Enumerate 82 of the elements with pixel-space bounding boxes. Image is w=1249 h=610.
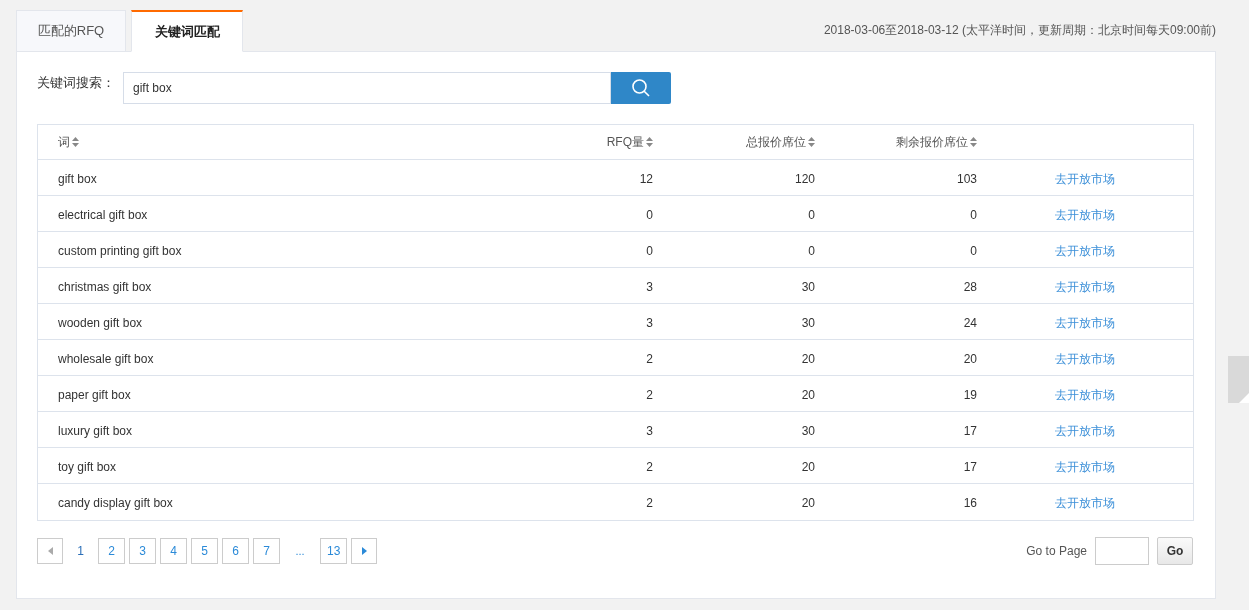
open-market-link[interactable]: 去开放市场 <box>1055 387 1115 402</box>
table-cell: 20 <box>801 496 815 510</box>
sort-icon <box>970 137 977 147</box>
open-market-link[interactable]: 去开放市场 <box>1055 279 1115 294</box>
date-range-note: 2018-03-06至2018-03-12 (太平洋时间，更新周期：北京时间每天09:00前) <box>823 22 1216 39</box>
table-cell: 0 <box>970 243 977 258</box>
table-cell: wooden gift box <box>58 315 143 330</box>
page-button[interactable]: 7 <box>253 538 280 564</box>
page-button[interactable]: 2 <box>98 538 125 564</box>
table-cell: 3 <box>646 279 653 294</box>
table-cell: 0 <box>970 207 977 222</box>
table-cell: electrical gift box <box>58 207 148 222</box>
go-to-page-label: Go to Page <box>1026 543 1087 560</box>
go-button[interactable]: Go <box>1157 537 1193 565</box>
page-button[interactable]: 1 <box>67 538 94 564</box>
open-market-link[interactable]: 去开放市场 <box>1055 423 1115 438</box>
tab[interactable]: 关键词匹配 <box>131 10 243 52</box>
open-market-link[interactable]: 去开放市场 <box>1055 459 1115 474</box>
side-tab[interactable] <box>1228 356 1249 403</box>
table-cell: christmas gift box <box>58 279 152 294</box>
table-cell: 2 <box>646 459 653 474</box>
column-header[interactable]: 词 <box>58 133 70 151</box>
table-cell: 30 <box>801 279 815 294</box>
table-cell: 16 <box>963 496 977 510</box>
table-cell: 0 <box>646 243 653 258</box>
table-cell: gift box <box>58 171 97 186</box>
table-cell: 20 <box>801 459 815 474</box>
table-cell: 28 <box>963 279 977 294</box>
open-market-link[interactable]: 去开放市场 <box>1055 171 1115 186</box>
table-cell: 3 <box>646 315 653 330</box>
search-field[interactable]: gift box <box>123 72 611 104</box>
table-cell: 3 <box>646 423 653 438</box>
table-cell: luxury gift box <box>58 423 133 438</box>
sort-icon <box>808 137 815 147</box>
page-button[interactable]: 13 <box>320 538 348 564</box>
tab[interactable]: 匹配的RFQ <box>16 10 126 51</box>
table-cell: 20 <box>963 351 977 366</box>
triangle-icon <box>1239 393 1249 403</box>
left-triangle-icon <box>47 547 53 555</box>
table-cell: custom printing gift box <box>58 243 182 258</box>
table-cell: 12 <box>639 171 653 186</box>
open-market-link[interactable]: 去开放市场 <box>1055 315 1115 330</box>
table-cell: 0 <box>646 207 653 222</box>
page-button[interactable]: 5 <box>191 538 218 564</box>
search-button[interactable] <box>611 72 671 104</box>
table-cell: 19 <box>963 387 977 402</box>
open-market-link[interactable]: 去开放市场 <box>1055 351 1115 366</box>
open-market-link[interactable]: 去开放市场 <box>1055 496 1115 510</box>
column-header[interactable]: 总报价席位 <box>746 133 806 151</box>
search-label: 关键词搜索： <box>37 74 116 92</box>
table-cell: 0 <box>808 207 815 222</box>
table-cell: wholesale gift box <box>58 351 154 366</box>
page-number-field[interactable] <box>1095 537 1149 565</box>
table-cell: toy gift box <box>58 459 117 474</box>
table-cell: 17 <box>963 459 977 474</box>
page-button[interactable]: 3 <box>129 538 156 564</box>
table-cell: 0 <box>808 243 815 258</box>
page-button[interactable]: 4 <box>160 538 187 564</box>
page-button[interactable]: 6 <box>222 538 249 564</box>
column-header[interactable]: RFQ量 <box>606 133 644 151</box>
open-market-link[interactable]: 去开放市场 <box>1055 243 1115 258</box>
table-cell: 2 <box>646 387 653 402</box>
table-cell: 20 <box>801 387 815 402</box>
table-cell: 20 <box>801 351 815 366</box>
table-cell: 30 <box>801 315 815 330</box>
table-cell: 120 <box>794 171 815 186</box>
right-triangle-icon <box>361 547 367 555</box>
table-cell: candy display gift box <box>58 496 173 510</box>
open-market-link[interactable]: 去开放市场 <box>1055 207 1115 222</box>
table-cell: paper gift box <box>58 387 131 402</box>
table-cell: 2 <box>646 351 653 366</box>
table-cell: 24 <box>963 315 977 330</box>
table-cell: 30 <box>801 423 815 438</box>
table-cell: 2 <box>646 496 653 510</box>
table-cell: 103 <box>956 171 977 186</box>
column-header[interactable]: 剩余报价席位 <box>896 133 968 151</box>
next-page-button[interactable] <box>351 538 378 564</box>
search-icon <box>631 78 651 98</box>
table-cell: 17 <box>963 423 977 438</box>
sort-icon <box>646 137 653 147</box>
sort-icon <box>72 137 79 147</box>
page-ellipsis: ... <box>294 543 306 559</box>
